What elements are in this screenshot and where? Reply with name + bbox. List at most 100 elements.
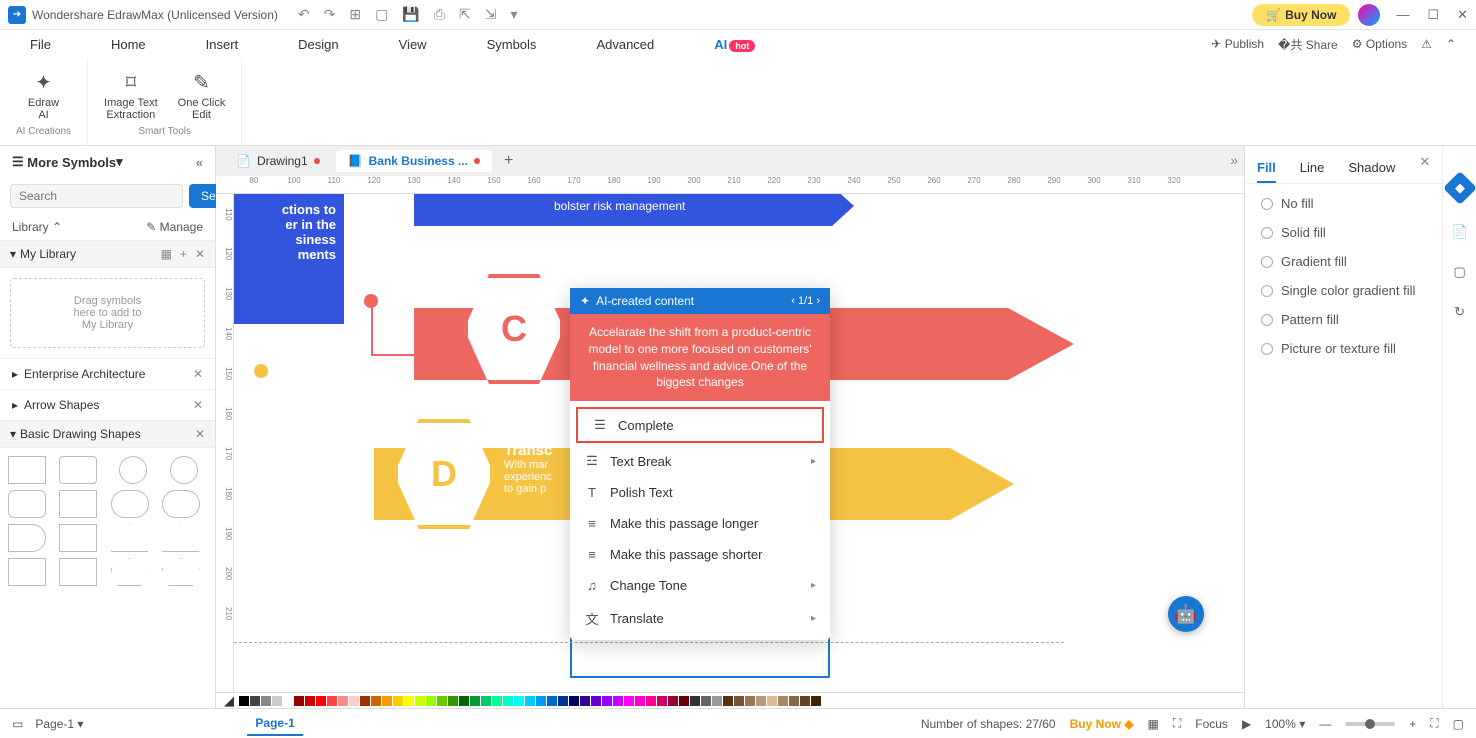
shape-rect3[interactable] (8, 558, 46, 586)
pattern-fill-radio[interactable]: Pattern fill (1261, 312, 1426, 327)
shape-triangle2[interactable] (162, 524, 200, 552)
shape-circle[interactable] (119, 456, 147, 484)
fill-tool-icon[interactable]: ◆ (1443, 171, 1476, 205)
open-icon[interactable]: ▢ (375, 6, 388, 23)
dropper-icon[interactable]: ◢ (224, 693, 234, 709)
manage-button[interactable]: ✎ Manage (146, 220, 203, 234)
library-label[interactable]: Library ⌃ (12, 220, 62, 234)
view-mode-icon[interactable]: ▦ (1148, 717, 1159, 731)
play-icon[interactable]: ▶ (1242, 717, 1251, 731)
shape-rect4[interactable] (59, 558, 97, 586)
ai-complete-button[interactable]: ☰Complete (576, 407, 824, 443)
add-tab-button[interactable]: + (496, 152, 521, 170)
color-swatch[interactable] (338, 696, 348, 706)
grid-icon[interactable]: ▦ (161, 247, 172, 261)
fit-page-icon[interactable]: ⛶ (1430, 716, 1438, 731)
ai-shorter-button[interactable]: ≡Make this passage shorter (570, 539, 830, 570)
color-swatch[interactable] (327, 696, 337, 706)
print-icon[interactable]: ⎙ (434, 6, 445, 23)
shape-ellipse[interactable] (170, 456, 198, 484)
color-swatch[interactable] (679, 696, 689, 706)
color-swatch[interactable] (393, 696, 403, 706)
color-swatch[interactable] (580, 696, 590, 706)
single-gradient-radio[interactable]: Single color gradient fill (1261, 283, 1426, 298)
menu-advanced[interactable]: Advanced (586, 33, 664, 56)
color-swatch[interactable] (382, 696, 392, 706)
color-swatch[interactable] (591, 696, 601, 706)
color-swatch[interactable] (690, 696, 700, 706)
notification-icon[interactable]: ⚠ (1421, 37, 1432, 51)
color-swatch[interactable] (635, 696, 645, 706)
buy-now-link[interactable]: Buy Now ◆ (1070, 717, 1134, 731)
shadow-tab[interactable]: Shadow (1348, 154, 1395, 183)
gradient-fill-radio[interactable]: Gradient fill (1261, 254, 1426, 269)
blue-arrow-shape[interactable]: bolster risk management (414, 194, 854, 226)
close-icon[interactable]: ✕ (195, 247, 205, 261)
color-swatch[interactable] (371, 696, 381, 706)
fill-tab[interactable]: Fill (1257, 154, 1276, 183)
yellow-arrow-text[interactable]: Transc With mar experienc to gain p (504, 442, 580, 495)
close-panel-icon[interactable]: ✕ (1419, 154, 1430, 183)
color-swatch[interactable] (723, 696, 733, 706)
ai-text-break-button[interactable]: ☲Text Break▸ (570, 445, 830, 477)
one-click-edit-button[interactable]: ✎ One Click Edit (178, 70, 226, 121)
color-swatch[interactable] (239, 696, 249, 706)
ai-tone-button[interactable]: ♫Change Tone▸ (570, 570, 830, 601)
pages-icon[interactable]: ▭ (12, 717, 23, 731)
shape-rect[interactable] (59, 490, 97, 518)
shape-rounded-square[interactable] (8, 490, 46, 518)
color-swatch[interactable] (778, 696, 788, 706)
shape-pentagon[interactable] (111, 558, 149, 586)
blue-banner-shape[interactable]: ctions to er in the siness ments (234, 194, 344, 324)
add-icon[interactable]: + (180, 247, 187, 261)
new-icon[interactable]: ⊞ (349, 6, 361, 23)
color-swatch[interactable] (514, 696, 524, 706)
search-input[interactable] (10, 184, 183, 208)
line-tab[interactable]: Line (1300, 154, 1325, 183)
color-swatch[interactable] (261, 696, 271, 706)
color-swatch[interactable] (569, 696, 579, 706)
color-swatch[interactable] (756, 696, 766, 706)
menu-file[interactable]: File (20, 33, 61, 56)
page-tab[interactable]: Page-1 (247, 712, 302, 736)
color-swatch[interactable] (316, 696, 326, 706)
color-swatch[interactable] (558, 696, 568, 706)
color-swatch[interactable] (283, 696, 293, 706)
minimize-icon[interactable]: — (1396, 7, 1409, 23)
shape-capsule[interactable] (111, 490, 149, 518)
color-swatch[interactable] (668, 696, 678, 706)
color-swatch[interactable] (811, 696, 821, 706)
color-swatch[interactable] (547, 696, 557, 706)
ai-polish-button[interactable]: TPolish Text (570, 477, 830, 508)
zoom-out-icon[interactable]: — (1319, 717, 1331, 731)
menu-view[interactable]: View (389, 33, 437, 56)
section-basic-shapes[interactable]: ▾Basic Drawing Shapes✕ (0, 420, 215, 448)
color-swatch[interactable] (459, 696, 469, 706)
solid-fill-radio[interactable]: Solid fill (1261, 225, 1426, 240)
shape-pentagon2[interactable] (162, 558, 200, 586)
color-swatch[interactable] (272, 696, 282, 706)
share-button[interactable]: �共 Share (1278, 36, 1338, 53)
save-icon[interactable]: 💾 (402, 6, 419, 23)
dropdown-icon[interactable]: ▾ (510, 6, 517, 23)
color-swatch[interactable] (745, 696, 755, 706)
color-swatch[interactable] (426, 696, 436, 706)
close-icon[interactable]: ✕ (193, 398, 203, 412)
color-swatch[interactable] (360, 696, 370, 706)
color-swatch[interactable] (646, 696, 656, 706)
history-icon[interactable]: ↻ (1454, 304, 1465, 320)
color-swatch[interactable] (470, 696, 480, 706)
menu-design[interactable]: Design (288, 33, 348, 56)
maximize-icon[interactable]: ☐ (1427, 7, 1439, 23)
menu-insert[interactable]: Insert (196, 33, 249, 56)
color-swatch[interactable] (492, 696, 502, 706)
color-swatch[interactable] (404, 696, 414, 706)
color-swatch[interactable] (789, 696, 799, 706)
no-fill-radio[interactable]: No fill (1261, 196, 1426, 211)
expand-panel-icon[interactable]: » (1230, 152, 1238, 168)
close-icon[interactable]: ✕ (195, 427, 205, 441)
color-swatch[interactable] (613, 696, 623, 706)
my-library-header[interactable]: ▾My Library ▦ + ✕ (0, 240, 215, 268)
color-swatch[interactable] (800, 696, 810, 706)
color-swatch[interactable] (481, 696, 491, 706)
